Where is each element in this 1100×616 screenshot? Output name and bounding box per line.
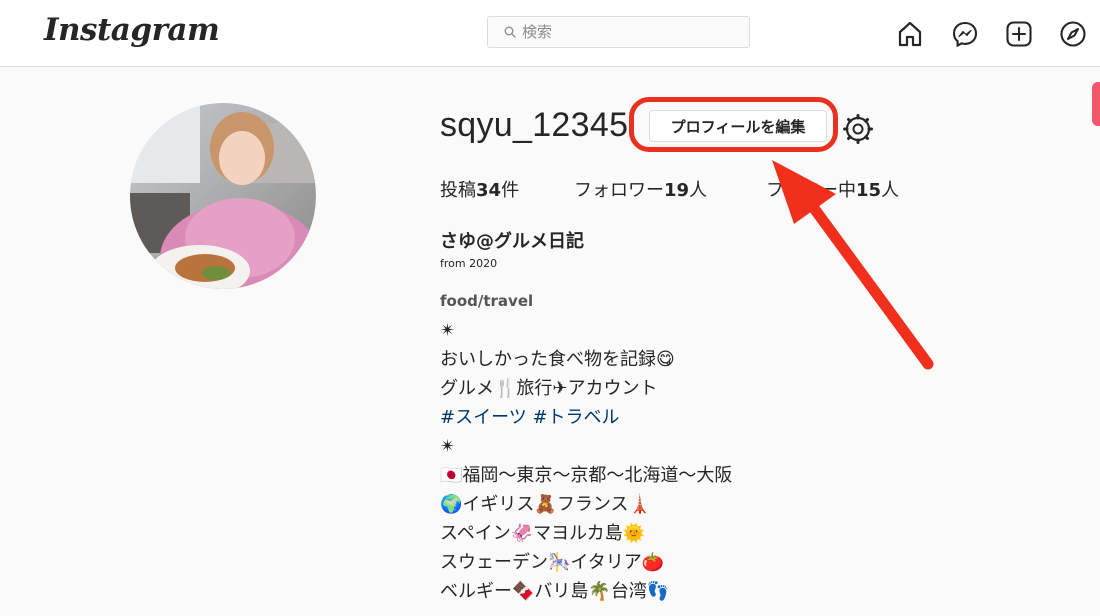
bio-line: 🇯🇵福岡〜東京〜京都〜北海道〜大阪 xyxy=(440,465,733,486)
stat-posts: 投稿34件 xyxy=(440,176,519,202)
stat-following[interactable]: フォロー中15人 xyxy=(766,176,899,202)
search-box[interactable] xyxy=(487,16,750,48)
stat-followers-label: フォロワー xyxy=(574,180,664,201)
search-icon xyxy=(504,26,516,38)
avatar-photo xyxy=(130,103,316,289)
stat-followers[interactable]: フォロワー19人 xyxy=(574,176,707,202)
stat-following-count: 15 xyxy=(856,180,882,201)
profile-bio: food/travel ✴ おいしかった食べ物を記録😋 グルメ🍴旅行✈アカウント… xyxy=(440,287,732,606)
settings-button[interactable] xyxy=(842,113,874,145)
explore-icon xyxy=(1059,20,1086,47)
messenger-button[interactable] xyxy=(950,19,979,48)
bio-line: 🌍イギリス🧸フランス🗼 xyxy=(440,494,651,515)
bio-line: グルメ🍴旅行✈アカウント xyxy=(440,378,658,399)
home-icon xyxy=(898,21,921,46)
edit-profile-button[interactable]: プロフィールを編集 xyxy=(649,110,827,142)
messenger-icon xyxy=(952,21,977,47)
bio-hashtags[interactable]: #スイーツ #トラベル xyxy=(440,403,732,432)
bio-line: ✴ xyxy=(440,436,456,457)
search-input[interactable] xyxy=(522,23,722,41)
profile-username: sqyu_12345 xyxy=(440,106,629,144)
new-post-button[interactable] xyxy=(1004,19,1033,48)
bio-line: おいしかった食べ物を記録😋 xyxy=(440,349,675,370)
side-edge-tab[interactable] xyxy=(1092,82,1100,126)
stat-posts-label: 投稿 xyxy=(440,180,476,201)
instagram-logo[interactable]: Instagram xyxy=(44,12,220,48)
stat-posts-count: 34 xyxy=(476,180,502,201)
top-nav-bar: Instagram xyxy=(0,0,1100,67)
bio-line: ✴ xyxy=(440,320,456,341)
bio-category: food/travel xyxy=(440,292,534,310)
stat-following-label: フォロー中 xyxy=(766,180,856,201)
gear-icon xyxy=(843,114,873,144)
bio-line: スペイン🦑マヨルカ島🌞 xyxy=(440,523,646,544)
profile-display-name: さゆ@グルメ日記 xyxy=(440,231,584,252)
profile-since: from 2020 xyxy=(440,257,498,270)
profile-avatar[interactable] xyxy=(130,103,316,289)
stat-following-suffix: 人 xyxy=(881,180,900,201)
home-button[interactable] xyxy=(895,19,924,48)
stat-posts-suffix: 件 xyxy=(501,180,520,201)
explore-button[interactable] xyxy=(1058,19,1087,48)
bio-line: スウェーデン🎠イタリア🍅 xyxy=(440,552,665,573)
new-post-icon xyxy=(1005,20,1032,47)
stat-followers-suffix: 人 xyxy=(689,180,708,201)
bio-line: ベルギー🍫バリ島🌴台湾👣 xyxy=(440,581,670,602)
stat-followers-count: 19 xyxy=(664,180,690,201)
